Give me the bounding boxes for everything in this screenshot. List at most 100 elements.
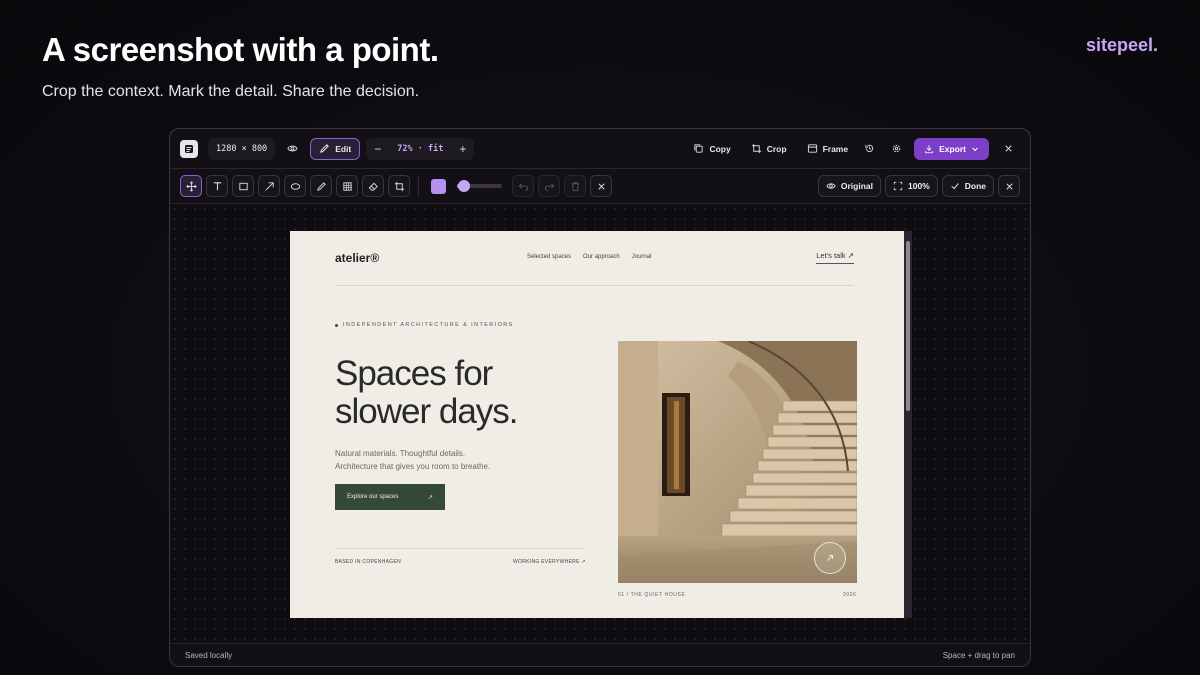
stroke-size-slider[interactable] [457,180,502,192]
frame-label: Frame [822,143,849,154]
grid-tool-button[interactable] [336,175,358,197]
working-everywhere-link: WORKING EVERYWHERE ↗ [513,559,586,565]
eraser-tool-button[interactable] [362,175,384,197]
scrollbar-thumb[interactable] [906,241,910,411]
pen-icon [316,181,326,191]
editor-topbar: 1280 × 800 Edit − 72% · fit + Copy Crop … [170,129,1030,169]
lets-talk-link: Let's talk ↗ [816,251,854,264]
crop-icon [394,181,404,191]
history-icon [865,144,874,152]
undo-icon [518,182,528,191]
history-button[interactable] [858,138,881,160]
check-icon [951,183,959,190]
done-label: Done [964,181,986,191]
zoom-100-label: 100% [908,181,930,191]
copy-button[interactable]: Copy [687,138,736,160]
hero-subtitle: Crop the context. Mark the detail. Share… [42,83,420,100]
redo-icon [544,182,554,191]
ellipse-icon [290,182,300,190]
text-icon [213,181,221,190]
original-label: Original [840,181,873,191]
preview-eye-button[interactable] [281,138,304,160]
zoom-control: − 72% · fit + [366,137,475,160]
crop-tool-button[interactable] [388,175,410,197]
eye-icon [287,145,298,152]
toolbar-divider [418,176,419,196]
frame-button[interactable]: Frame [801,138,855,160]
zoom-value[interactable]: 72% · fit [391,144,449,154]
crop-icon [751,143,761,154]
edit-button[interactable]: Edit [310,137,361,160]
done-button[interactable]: Done [941,175,994,197]
copy-label: Copy [709,143,731,154]
photo-caption: 01 / THE QUIET HOUSE [618,592,686,598]
move-icon [185,180,197,192]
cta-arrow-icon: ↗ [427,494,433,501]
fullscreen-icon [893,181,903,191]
clear-button[interactable] [590,175,612,197]
body-copy: Natural materials. Thoughtful details. A… [335,447,535,473]
color-swatch-button[interactable] [427,175,449,197]
status-bar: Saved locally Space + drag to pan [170,643,1030,666]
nav-item-selected-spaces: Selected spaces [527,254,572,260]
fullscreen-button[interactable]: 100% [885,175,938,197]
frame-icon [807,144,817,153]
rectangle-tool-button[interactable] [232,175,254,197]
header-divider [335,285,854,286]
pencil-icon [320,144,330,153]
explore-cta: Explore our spaces ↗ [335,484,445,510]
close-icon [597,182,605,190]
based-in-text: BASED IN COPENHAGEN [335,559,401,565]
pan-hint: Space + drag to pan [942,650,1015,660]
headline-line-2: slower days. [335,392,519,431]
site-logo: atelier® [335,251,380,265]
delete-button[interactable] [564,175,586,197]
color-swatch [430,178,446,194]
eyebrow-dot [335,323,338,327]
body-line-1: Natural materials. Thoughtful details. [335,449,466,458]
gear-icon [892,144,901,153]
export-label: Export [939,143,966,154]
page-headline: Spaces for slower days. [335,355,615,431]
staircase-photo [618,341,857,583]
rectangle-icon [238,182,248,190]
crop-button[interactable]: Crop [745,138,793,160]
pen-tool-button[interactable] [310,175,332,197]
cancel-edit-button[interactable] [998,175,1020,197]
settings-button[interactable] [885,138,908,160]
undo-button[interactable] [512,175,534,197]
brand-logo[interactable]: sitepeel. [1086,35,1158,56]
eyebrow-text: INDEPENDENT ARCHITECTURE & INTERIORS [343,322,514,328]
original-button[interactable]: Original [817,175,881,197]
hero-title: A screenshot with a point. [42,31,439,68]
save-status: Saved locally [185,650,233,660]
arrow-icon [265,181,274,190]
expand-icon [814,542,846,574]
document-icon[interactable] [180,139,198,158]
close-window-button[interactable] [997,138,1020,160]
cta-label: Explore our spaces [347,494,399,500]
eye-icon [826,183,836,189]
text-tool-button[interactable] [206,175,228,197]
editor-canvas[interactable]: atelier® Selected spaces Our approach Jo… [170,204,1030,645]
canvas-scrollbar[interactable] [904,231,912,618]
close-icon [1005,182,1013,190]
copy-icon [694,144,704,153]
grid-icon [342,181,352,191]
photo-year: 2026 [843,592,857,598]
eyebrow: INDEPENDENT ARCHITECTURE & INTERIORS [335,322,514,328]
body-line-2: Architecture that gives you room to brea… [335,462,491,471]
nav-item-journal: Journal [631,254,652,260]
export-button[interactable]: Export [914,137,989,160]
editor-window: 1280 × 800 Edit − 72% · fit + Copy Crop … [169,128,1031,667]
screenshot-page[interactable]: atelier® Selected spaces Our approach Jo… [290,231,904,618]
chevron-down-icon [972,147,978,151]
redo-button[interactable] [538,175,560,197]
arrow-tool-button[interactable] [258,175,280,197]
zoom-in-button[interactable]: + [459,142,466,156]
zoom-out-button[interactable]: − [374,142,381,156]
move-tool-button[interactable] [180,175,202,197]
footer-divider [335,548,585,549]
stroke-size-knob[interactable] [457,180,470,192]
ellipse-tool-button[interactable] [284,175,306,197]
